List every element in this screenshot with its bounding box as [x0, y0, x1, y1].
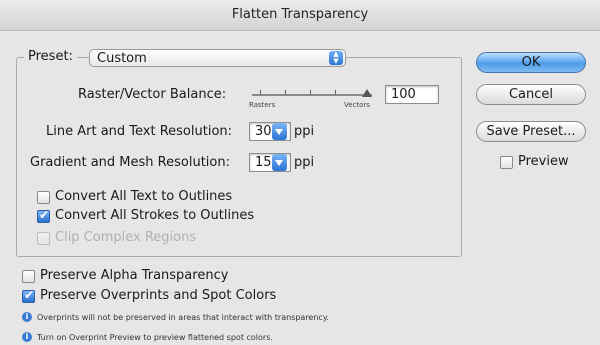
gradient-resolution-label: Gradient and Mesh Resolution: [30, 155, 230, 170]
clip-complex-label: Clip Complex Regions [55, 230, 197, 245]
balance-slider-thumb[interactable] [362, 89, 372, 97]
flatten-transparency-dialog: Flatten Transparency Preset: Custom ▲ ▼ R… [0, 0, 600, 345]
slider-tick [335, 90, 336, 95]
preserve-alpha-checkbox[interactable] [22, 270, 35, 283]
rasters-tick-label: Rasters [249, 101, 276, 109]
window-title: Flatten Transparency [0, 0, 600, 31]
balance-value-field[interactable]: 100 [385, 85, 439, 104]
convert-strokes-checkbox[interactable] [37, 208, 50, 223]
info-icon: i [22, 312, 32, 322]
convert-text-label: Convert All Text to Outlines [55, 189, 233, 204]
save-preset-button[interactable]: Save Preset... [476, 121, 586, 142]
preview-checkbox[interactable] [500, 156, 513, 169]
overprint-warning-text: Overprints will not be preserved in area… [37, 313, 329, 322]
slider-tick [260, 90, 261, 95]
info-icon: i [22, 332, 32, 342]
slider-tick [310, 90, 311, 95]
ok-button[interactable]: OK [476, 52, 586, 73]
convert-text-checkbox[interactable] [37, 191, 50, 204]
preserve-alpha-label: Preserve Alpha Transparency [40, 268, 229, 283]
preset-dropdown[interactable]: Custom ▲ ▼ [89, 49, 346, 67]
gradient-dropdown-button[interactable] [272, 154, 287, 171]
raster-vector-balance-label: Raster/Vector Balance: [78, 87, 227, 102]
slider-tick [285, 90, 286, 95]
convert-strokes-label: Convert All Strokes to Outlines [55, 208, 255, 223]
cancel-button[interactable]: Cancel [476, 84, 586, 105]
preserve-overprints-checkbox[interactable] [22, 288, 35, 303]
clip-complex-checkbox[interactable] [37, 232, 50, 245]
line-art-unit: ppi [294, 124, 315, 139]
overprint-preview-tip-text: Turn on Overprint Preview to preview fla… [37, 333, 273, 342]
balance-slider-track[interactable] [252, 94, 372, 96]
gradient-unit: ppi [294, 155, 315, 170]
preview-label: Preview [518, 154, 569, 169]
dropdown-arrows-icon: ▲ ▼ [329, 51, 343, 65]
vectors-tick-label: Vectors [344, 101, 370, 109]
preset-label: Preset: [24, 49, 77, 64]
line-art-dropdown-button[interactable] [272, 123, 287, 140]
preset-value: Custom [97, 51, 147, 66]
line-art-resolution-label: Line Art and Text Resolution: [46, 124, 233, 139]
preserve-overprints-label: Preserve Overprints and Spot Colors [40, 288, 277, 303]
